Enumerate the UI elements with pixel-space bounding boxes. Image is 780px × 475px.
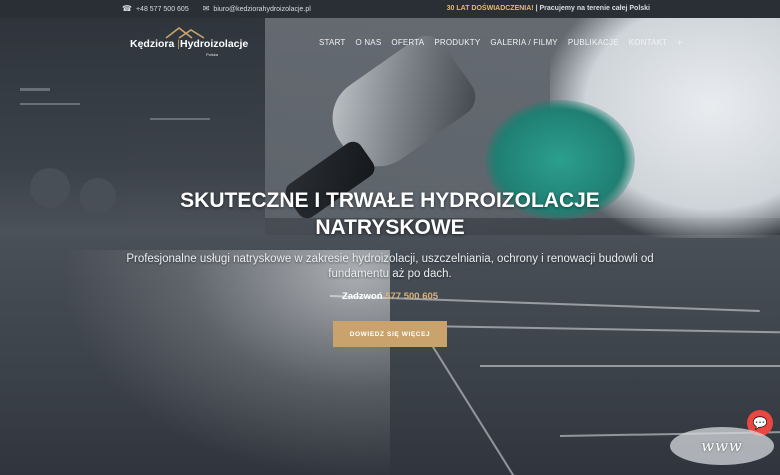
nav-item-start[interactable]: START xyxy=(319,38,345,47)
logo-name-right: Hydroizolacje xyxy=(180,38,249,50)
nav-item-oferta[interactable]: OFERTA xyxy=(391,38,424,47)
nav-item-publikacje[interactable]: PUBLIKACJE xyxy=(568,38,619,47)
learn-more-button[interactable]: DOWIEDZ SIĘ WIĘCEJ xyxy=(333,321,447,347)
headline-line1: SKUTECZNE I TRWAŁE HYDROIZOLACJE xyxy=(180,189,600,212)
logo-name-left: Kędziora xyxy=(130,38,175,50)
hero-call: Zadzwoń 577 500 605 xyxy=(0,291,780,302)
call-number[interactable]: 577 500 605 xyxy=(385,291,438,302)
nav-item-galeria[interactable]: GALERIA / FILMY xyxy=(490,38,557,47)
hero-subline: Profesjonalne usługi natryskowe w zakres… xyxy=(126,253,654,280)
hero-headline: SKUTECZNE I TRWAŁE HYDROIZOLACJE NATRYSK… xyxy=(0,187,780,241)
nav-item-more[interactable]: + xyxy=(677,38,682,47)
site-logo[interactable]: Kędziora |Hydroizolacje Polska xyxy=(130,27,248,59)
topbar-contact: ☎ +48 577 500 605 ✉ biuro@kedziorahydroi… xyxy=(122,5,311,13)
promo-accent: 30 LAT DOŚWIADCZENIA! xyxy=(446,5,534,12)
chat-icon: 💬 xyxy=(752,416,768,430)
topbar-promo: 30 LAT DOŚWIADCZENIA! | Pracujemy na ter… xyxy=(447,5,650,12)
logo-subtitle: Polska xyxy=(206,52,219,57)
spray-mist xyxy=(60,250,390,475)
nav-item-produkty[interactable]: PRODUKTY xyxy=(434,38,480,47)
envelope-icon: ✉ xyxy=(202,4,210,13)
topbar-email[interactable]: ✉ biuro@kedziorahydroizolacje.pl xyxy=(203,5,311,13)
logo-name: Kędziora |Hydroizolacje xyxy=(130,38,248,50)
top-bar: ☎ +48 577 500 605 ✉ biuro@kedziorahydroi… xyxy=(0,0,780,18)
call-label: Zadzwoń xyxy=(341,291,383,302)
www-badge: www xyxy=(670,427,774,465)
phone-text: +48 577 500 605 xyxy=(135,5,189,13)
nav-item-kontakt[interactable]: KONTAKT xyxy=(629,38,668,47)
phone-icon: ☎ xyxy=(122,4,132,13)
topbar-phone[interactable]: ☎ +48 577 500 605 xyxy=(122,5,189,13)
headline-line2: NATRYSKOWE xyxy=(315,216,465,239)
promo-rest: | Pracujemy na terenie całej Polski xyxy=(533,5,650,12)
email-text: biuro@kedziorahydroizolacje.pl xyxy=(213,5,311,13)
main-nav: START O NAS OFERTA PRODUKTY GALERIA / FI… xyxy=(319,38,682,47)
nav-item-o-nas[interactable]: O NAS xyxy=(355,38,381,47)
